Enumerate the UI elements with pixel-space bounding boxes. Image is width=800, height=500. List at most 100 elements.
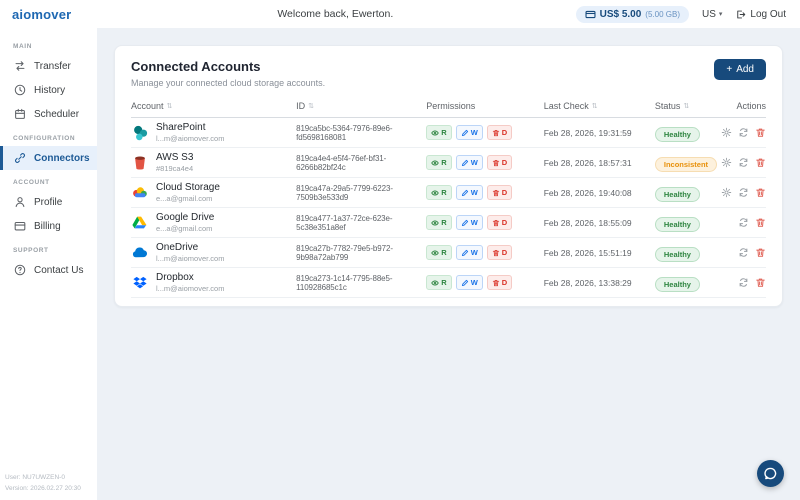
refresh-button[interactable]: [738, 127, 749, 138]
sidebar-footer: User: NU7UWZEN-0 Version: 2026.02.27 20:…: [0, 467, 97, 500]
column-header-label: ID: [296, 101, 306, 111]
column-header-perm: Permissions: [426, 101, 543, 111]
sort-icon: ⇅: [591, 103, 598, 110]
account-cell: SharePoint l...m@aiomover.com: [131, 122, 296, 143]
status-cell: Healthy: [654, 244, 725, 262]
account-id: 819ca477-1a37-72ce-623e-5c38e351a8ef: [296, 213, 393, 232]
permission-label: D: [501, 188, 508, 197]
trash-icon: [492, 219, 500, 227]
account-text: Google Drive e...a@gmail.com: [156, 212, 214, 233]
add-button-label: Add: [736, 64, 754, 75]
column-header-account[interactable]: Account ⇅: [131, 101, 296, 111]
table-row: SharePoint l...m@aiomover.com 819ca5bc-536…: [131, 118, 766, 148]
account-id: 819ca27b-7782-79e5-b972-9b98a72ab799: [296, 243, 393, 262]
settings-button[interactable]: [721, 157, 732, 168]
account-name: Dropbox: [156, 272, 194, 283]
permission-label: W: [470, 158, 478, 167]
column-header-id[interactable]: ID ⇅: [296, 101, 426, 111]
table-row: Dropbox l...m@aiomover.com 819ca273-1c14-7…: [131, 268, 766, 298]
sidebar-item-history[interactable]: History: [0, 78, 97, 102]
sidebar-item-label: Profile: [34, 196, 63, 208]
settings-icon: [721, 127, 732, 138]
delete-button[interactable]: [755, 157, 766, 168]
delete-button[interactable]: [755, 277, 766, 288]
delete-button[interactable]: [755, 247, 766, 258]
column-header-status[interactable]: Status ⇅: [655, 101, 725, 111]
pencil-icon: [461, 279, 469, 287]
column-header-label: Last Check: [543, 101, 589, 111]
delete-icon: [755, 247, 766, 258]
google-drive-icon: [131, 214, 149, 232]
account-name: Google Drive: [156, 212, 215, 223]
permissions-cell: RWD: [426, 275, 543, 290]
refresh-button[interactable]: [738, 247, 749, 258]
status-cell: Healthy: [654, 184, 725, 202]
permission-label: D: [501, 158, 508, 167]
table-row: Google Drive e...a@gmail.com 819ca477-1a37…: [131, 208, 766, 238]
account-cell: AWS S3 #819ca4e4: [131, 152, 296, 173]
sidebar-item-contact-us[interactable]: Contact Us: [0, 258, 97, 282]
column-header-actions: Actions: [725, 101, 766, 111]
sidebar-item-scheduler[interactable]: Scheduler: [0, 102, 97, 126]
sidebar-item-profile[interactable]: Profile: [0, 190, 97, 214]
actions-cell: [725, 217, 766, 228]
topbar-actions: US$ 5.00 (5.00 GB) US ▾ Log Out: [575, 5, 786, 23]
language-selector[interactable]: US ▾: [702, 9, 722, 20]
balance-badge[interactable]: US$ 5.00 (5.00 GB): [575, 5, 689, 23]
account-text: Dropbox l...m@aiomover.com: [156, 272, 224, 293]
delete-button[interactable]: [755, 217, 766, 228]
account-id: 819ca273-1c14-7795-88e5-110928685c1c: [296, 273, 393, 292]
refresh-button[interactable]: [738, 187, 749, 198]
accounts-table: Account ⇅ ID ⇅ Permissions Last Check ⇅ Status ⇅…: [131, 94, 766, 298]
column-header-check[interactable]: Last Check ⇅: [544, 101, 655, 111]
permission-label: R: [441, 128, 447, 137]
delete-button[interactable]: [755, 187, 766, 198]
permission-label: W: [470, 248, 478, 257]
dropbox-icon: [131, 274, 149, 292]
permission-label: D: [501, 248, 508, 257]
sort-icon: ⇅: [166, 103, 173, 110]
refresh-button[interactable]: [738, 157, 749, 168]
welcome-text: Welcome back, Ewerton.: [277, 8, 394, 20]
permissions-cell: RWD: [426, 245, 543, 260]
sidebar-item-label: Billing: [34, 220, 61, 232]
column-header-label: Status: [654, 101, 681, 111]
delete-button[interactable]: [755, 127, 766, 138]
table-header-row: Account ⇅ ID ⇅ Permissions Last Check ⇅ Status ⇅…: [131, 94, 766, 118]
refresh-button[interactable]: [738, 217, 749, 228]
sidebar-item-transfer[interactable]: Transfer: [0, 54, 97, 78]
account-cell: Google Drive e...a@gmail.com: [131, 212, 296, 233]
refresh-icon: [738, 277, 749, 288]
sidebar-item-connectors[interactable]: Connectors: [0, 146, 97, 170]
account-subtext: l...m@aiomover.com: [156, 284, 225, 293]
add-button[interactable]: + Add: [714, 59, 766, 80]
settings-button[interactable]: [721, 187, 732, 198]
language-value: US: [701, 8, 716, 20]
trash-icon: [492, 279, 500, 287]
permission-delete-badge: D: [486, 185, 513, 200]
logout-button[interactable]: Log Out: [735, 9, 786, 20]
delete-icon: [755, 187, 766, 198]
account-subtext: l...m@aiomover.com: [156, 254, 225, 263]
account-name: AWS S3: [156, 152, 194, 163]
sidebar-item-label: Connectors: [34, 152, 90, 164]
permissions-cell: RWD: [426, 155, 543, 170]
last-check-value: Feb 28, 2026, 18:57:31: [543, 157, 632, 168]
balance-amount: US$ 5.00: [599, 8, 642, 20]
permission-label: W: [470, 218, 478, 227]
sidebar-item-billing[interactable]: Billing: [0, 214, 97, 238]
refresh-button[interactable]: [738, 277, 749, 288]
aws-s3-icon: [131, 154, 149, 172]
last-check-value: Feb 28, 2026, 15:51:19: [543, 247, 632, 258]
account-cell: Cloud Storage e...a@gmail.com: [131, 182, 296, 203]
account-cell: Dropbox l...m@aiomover.com: [131, 272, 296, 293]
account-text: Cloud Storage e...a@gmail.com: [156, 182, 220, 203]
permission-write-badge: W: [455, 185, 483, 200]
last-check-value: Feb 28, 2026, 18:55:09: [543, 217, 632, 228]
balance-quota: (5.00 GB): [645, 9, 680, 19]
delete-icon: [755, 277, 766, 288]
settings-button[interactable]: [721, 127, 732, 138]
sidebar-item-label: Contact Us: [34, 264, 84, 276]
permission-delete-badge: D: [486, 155, 513, 170]
chat-launcher-button[interactable]: [757, 460, 784, 487]
